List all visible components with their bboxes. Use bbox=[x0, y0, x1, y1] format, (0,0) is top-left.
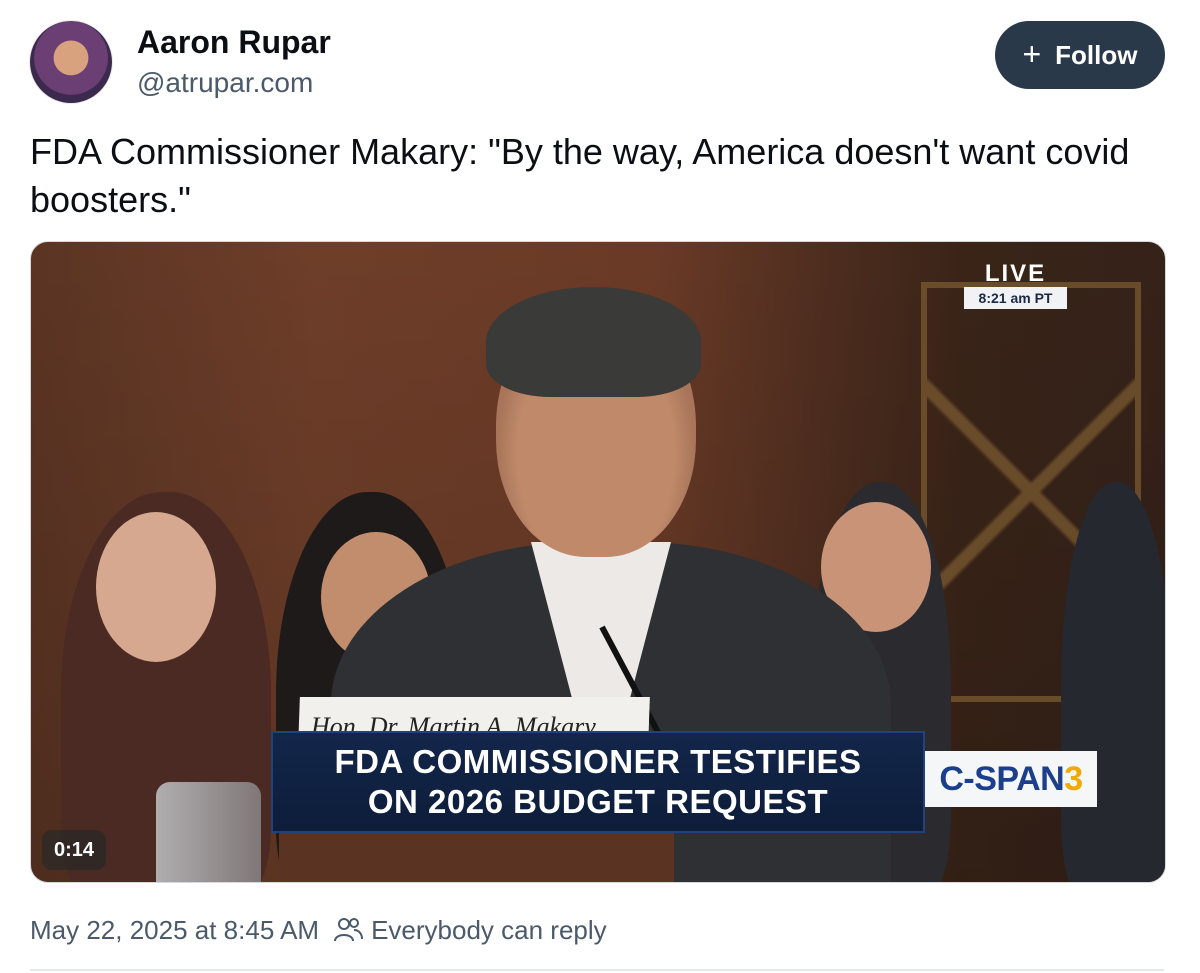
post-meta: May 22, 2025 at 8:45 AM Everybody can re… bbox=[30, 912, 607, 948]
background-person bbox=[1061, 482, 1165, 882]
reply-setting-label: Everybody can reply bbox=[371, 914, 607, 945]
live-time: 8:21 am PT bbox=[964, 287, 1067, 309]
post-text: FDA Commissioner Makary: "By the way, Am… bbox=[30, 131, 1130, 220]
video-player[interactable]: Hon. Dr. Martin A. Makary LIVE 8:21 am P… bbox=[30, 241, 1166, 883]
chyron-line-2: ON 2026 BUDGET REQUEST bbox=[367, 783, 829, 820]
desk bbox=[279, 827, 674, 882]
live-badge: LIVE bbox=[984, 260, 1047, 287]
video-duration: 0:14 bbox=[42, 830, 107, 870]
background-person-face bbox=[96, 512, 216, 662]
people-icon bbox=[334, 918, 364, 942]
chyron-line-1: FDA COMMISSIONER TESTIFIES bbox=[334, 743, 862, 780]
chyron: FDA COMMISSIONER TESTIFIES ON 2026 BUDGE… bbox=[271, 731, 925, 833]
follow-label: Follow bbox=[1055, 39, 1138, 70]
follow-button[interactable]: + Follow bbox=[995, 21, 1165, 89]
author-handle[interactable]: @atrupar.com bbox=[137, 67, 313, 99]
speaker-hair bbox=[486, 287, 701, 397]
author-name[interactable]: Aaron Rupar bbox=[137, 24, 331, 61]
plus-icon: + bbox=[1022, 35, 1042, 72]
post-timestamp[interactable]: May 22, 2025 at 8:45 AM bbox=[30, 915, 319, 946]
network-logo: C-SPAN 3 bbox=[925, 751, 1097, 807]
water-bottle bbox=[156, 782, 261, 882]
reply-setting: Everybody can reply bbox=[333, 915, 607, 946]
network-logo-number: 3 bbox=[1064, 759, 1083, 798]
divider bbox=[30, 969, 1164, 971]
author-avatar[interactable] bbox=[30, 21, 112, 103]
network-logo-main: C-SPAN bbox=[939, 759, 1065, 798]
